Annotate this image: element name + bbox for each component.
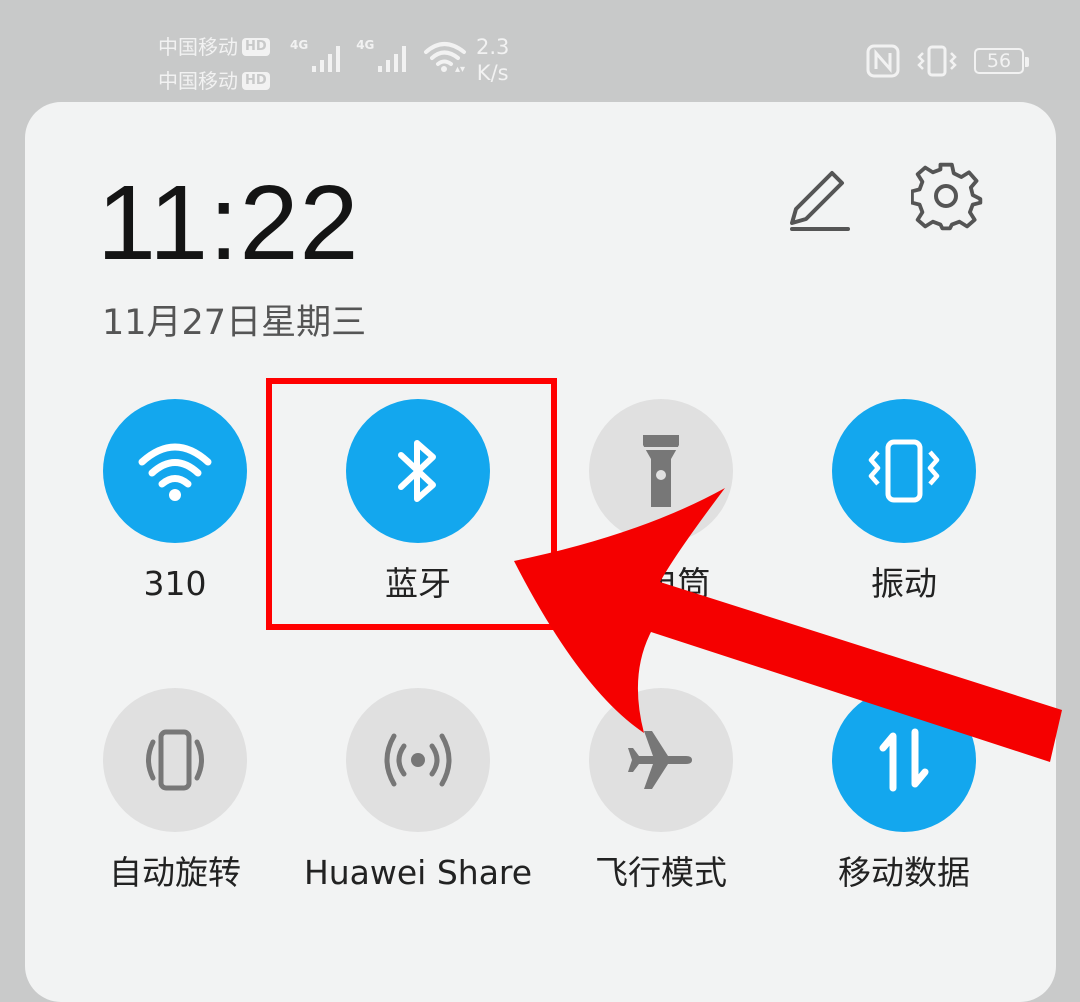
signal-strength-icon: [378, 46, 407, 72]
clock-time: 11:22: [97, 164, 360, 282]
tile-flashlight-toggle[interactable]: [589, 399, 733, 543]
tile-vibrate-toggle[interactable]: [832, 399, 976, 543]
tile-bluetooth-label: 蓝牙: [385, 564, 451, 603]
tile-wifi-toggle[interactable]: [103, 399, 247, 543]
gear-icon: [911, 162, 983, 231]
tile-airplane-label: 飞行模式: [595, 853, 727, 892]
bluetooth-icon: [398, 440, 436, 502]
network-speed: 2.3 K/s: [476, 34, 509, 86]
huawei-share-icon: [384, 733, 452, 787]
tile-airplane-toggle[interactable]: [589, 688, 733, 832]
edit-button[interactable]: [777, 160, 857, 240]
nfc-icon: [866, 44, 900, 78]
flashlight-icon: [643, 435, 679, 507]
tile-huawei-share-toggle[interactable]: [346, 688, 490, 832]
signal-1: 4G: [290, 38, 346, 74]
tile-flashlight-label: 手电筒: [611, 564, 711, 603]
signal-2: 4G: [356, 38, 412, 74]
signal-strength-icon: [312, 46, 341, 72]
mobile-data-icon: [879, 728, 929, 792]
speed-unit: K/s: [476, 61, 509, 85]
signal-indicators: 4G 4G ▴▾: [290, 38, 470, 74]
tile-bluetooth-toggle[interactable]: [346, 399, 490, 543]
tile-huawei-share-label: Huawei Share: [303, 853, 533, 892]
vibrate-icon: [868, 439, 940, 503]
speed-value: 2.3: [476, 35, 510, 59]
wifi-status-icon: ▴▾: [424, 42, 467, 74]
status-bar: 中国移动 HD 中国移动 HD 4G 4G ▴▾ 2.3 K/s 56: [0, 0, 1080, 100]
tile-mobile-data[interactable]: 移动数据: [814, 688, 994, 894]
tile-wifi[interactable]: 310: [85, 399, 265, 605]
tile-vibrate-label: 振动: [871, 564, 937, 603]
pencil-icon: [790, 171, 850, 231]
battery-indicator: 56: [974, 48, 1029, 74]
svg-text:▴▾: ▴▾: [455, 64, 465, 74]
tile-flashlight[interactable]: 手电筒: [571, 399, 751, 605]
tile-wifi-label: 310: [143, 564, 207, 603]
tile-huawei-share[interactable]: Huawei Share: [304, 688, 532, 894]
tile-bluetooth[interactable]: 蓝牙: [328, 399, 508, 605]
hd-badge-1: HD: [242, 38, 270, 56]
battery-level: 56: [986, 50, 1012, 72]
tile-auto-rotate[interactable]: 自动旋转: [85, 688, 265, 894]
carrier-2-label: 中国移动: [158, 69, 238, 93]
wifi-icon: [138, 443, 212, 501]
clock-date: 11月27日星期三: [102, 303, 367, 343]
tile-auto-rotate-label: 自动旋转: [109, 853, 241, 892]
network-type-2: 4G: [356, 38, 375, 52]
settings-button[interactable]: [908, 158, 988, 238]
auto-rotate-icon: [146, 729, 204, 791]
tile-mobile-data-label: 移动数据: [838, 853, 970, 892]
carrier-info: 中国移动 HD 中国移动 HD: [158, 30, 270, 98]
tile-vibrate[interactable]: 振动: [814, 399, 994, 605]
tile-mobile-data-toggle[interactable]: [832, 688, 976, 832]
tile-airplane[interactable]: 飞行模式: [571, 688, 751, 894]
network-type-1: 4G: [290, 38, 309, 52]
carrier-1-label: 中国移动: [158, 35, 238, 59]
hd-badge-2: HD: [242, 72, 270, 90]
tile-auto-rotate-toggle[interactable]: [103, 688, 247, 832]
airplane-icon: [628, 731, 692, 789]
right-status-icons: 56: [866, 44, 1029, 78]
vibrate-status-icon: [917, 45, 957, 77]
